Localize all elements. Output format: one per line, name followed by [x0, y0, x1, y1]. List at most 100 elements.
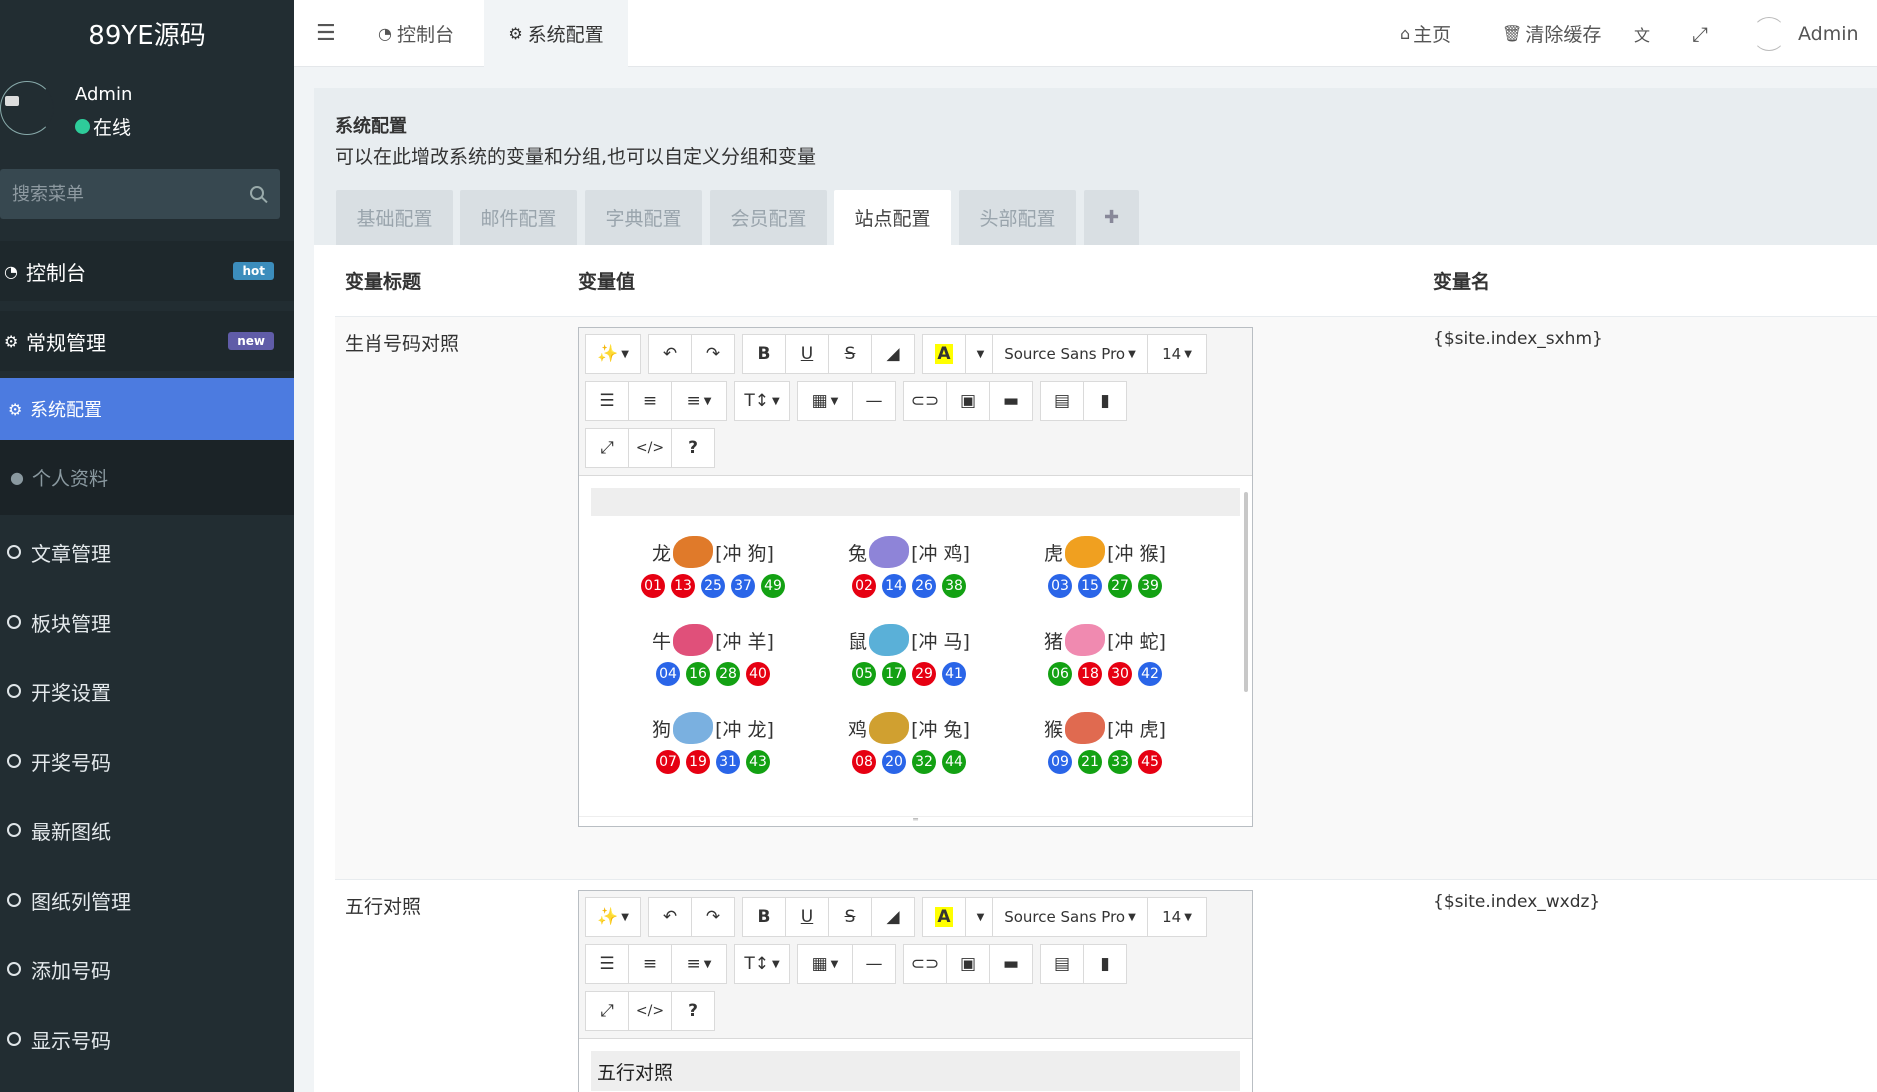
sidebar-item-label: 图纸列管理 [31, 889, 131, 914]
zodiac-name-row: 狗 [冲 龙] [615, 712, 811, 744]
numbered-list-icon[interactable]: ≡ [628, 944, 672, 984]
home-link[interactable]: ⌂ 主页 [1400, 0, 1451, 67]
eraser-icon[interactable]: ◢ [871, 334, 915, 374]
zodiac-name-row: 牛 [冲 羊] [615, 624, 811, 656]
sidebar-item-latest-drawings[interactable]: 最新图纸 [0, 800, 294, 860]
video-icon[interactable]: ▬ [989, 944, 1033, 984]
strikethrough-icon[interactable]: S [828, 334, 872, 374]
strikethrough-icon[interactable]: S [828, 897, 872, 937]
fullscreen-icon[interactable]: ⤢ [585, 991, 629, 1031]
link-icon[interactable]: ⊂⊃ [903, 381, 947, 421]
eraser-icon[interactable]: ◢ [871, 897, 915, 937]
code-view-icon[interactable]: </> [628, 991, 672, 1031]
font-size-value: 14 [1162, 908, 1182, 926]
magic-style-icon[interactable]: ✨ ▼ [585, 334, 641, 374]
file-icon[interactable]: ▮ [1083, 381, 1127, 421]
number-ball: 19 [686, 750, 710, 774]
tab-site-config[interactable]: 站点配置 [834, 190, 951, 245]
sidebar-item-profile[interactable]: ● 个人资料 [0, 440, 294, 515]
align-icon[interactable]: ≡ ▼ [671, 381, 727, 421]
video-icon[interactable]: ▬ [989, 381, 1033, 421]
tab-header-config[interactable]: 头部配置 [959, 190, 1076, 245]
color-dropdown-icon[interactable]: ▼ [965, 334, 993, 374]
editor-content[interactable]: 龙 [冲 狗] 01 13 25 37 49 兔 [冲 鸡] 02 14 26 38 虎 [冲 猴] 03 15… [579, 476, 1252, 816]
zodiac-clash: [冲 兔] [911, 718, 970, 741]
line-height-icon[interactable]: T↕ ▼ [734, 944, 790, 984]
sidebar-item-drawing-columns[interactable]: 图纸列管理 [0, 870, 294, 930]
horizontal-rule-icon[interactable]: — [852, 381, 896, 421]
image-icon[interactable]: ▣ [946, 381, 990, 421]
help-icon[interactable]: ? [671, 991, 715, 1031]
resize-handle[interactable]: ═ [579, 816, 1252, 826]
font-size-select[interactable]: 14 ▼ [1147, 334, 1207, 374]
sidebar-item-sysconfig[interactable]: ⚙ 系统配置 [0, 378, 294, 440]
add-tab-button[interactable]: ✚ [1084, 190, 1139, 245]
zodiac-name-row: 猴 [冲 虎] [1007, 712, 1203, 744]
sidebar-item-draw-numbers[interactable]: 开奖号码 [0, 731, 294, 791]
bold-icon[interactable]: B [742, 897, 786, 937]
sidebar-item-label: 开奖号码 [31, 750, 111, 775]
table-icon[interactable]: ▦ ▼ [797, 944, 853, 984]
zodiac-clash: [冲 狗] [715, 542, 774, 565]
color-dropdown-icon[interactable]: ▼ [965, 897, 993, 937]
code-view-icon[interactable]: </> [628, 428, 672, 468]
font-family-select[interactable]: Source Sans Pro ▼ [992, 334, 1148, 374]
tab-sysconfig[interactable]: ⚙ 系统配置 [484, 0, 628, 67]
sidebar-item-show-numbers[interactable]: 显示号码 [0, 1009, 294, 1069]
underline-icon[interactable]: U [785, 897, 829, 937]
tab-dashboard[interactable]: ◔ 控制台 [378, 0, 454, 67]
numbered-list-icon[interactable]: ≡ [628, 381, 672, 421]
sidebar-item-dashboard[interactable]: ◔ 控制台 hot [0, 241, 294, 301]
horizontal-rule-icon[interactable]: — [852, 944, 896, 984]
file-image-icon[interactable]: ▤ [1040, 381, 1084, 421]
sidebar-item-boards[interactable]: 板块管理 [0, 592, 294, 652]
font-size-select[interactable]: 14 ▼ [1147, 897, 1207, 937]
file-image-icon[interactable]: ▤ [1040, 944, 1084, 984]
editor-content[interactable]: 五行对照 [579, 1039, 1252, 1092]
magic-style-icon[interactable]: ✨ ▼ [585, 897, 641, 937]
font-family-select[interactable]: Source Sans Pro ▼ [992, 897, 1148, 937]
language-icon[interactable]: 文 [1634, 0, 1650, 67]
undo-icon[interactable]: ↶ [648, 334, 692, 374]
file-icon[interactable]: ▮ [1083, 944, 1127, 984]
number-ball: 07 [656, 750, 680, 774]
bullet-list-icon[interactable]: ☰ [585, 944, 629, 984]
online-dot-icon [75, 119, 90, 134]
bullet-list-icon[interactable]: ☰ [585, 381, 629, 421]
fullscreen-icon[interactable]: ⤢ [585, 428, 629, 468]
user-menu[interactable]: Admin [1752, 0, 1859, 67]
table-row: 生肖号码对照 {$site.index_sxhm} ✨ ▼ ↶ ↷ B U S ◢ A ▼ … [335, 317, 1877, 879]
clear-cache-link[interactable]: 🗑 清除缓存 [1502, 0, 1601, 67]
align-icon[interactable]: ≡ ▼ [671, 944, 727, 984]
search-icon[interactable] [250, 186, 264, 200]
table-icon[interactable]: ▦ ▼ [797, 381, 853, 421]
sidebar-item-general[interactable]: ⚙ 常规管理 new [0, 311, 294, 371]
sidebar-item-draw-settings[interactable]: 开奖设置 [0, 661, 294, 721]
app-logo[interactable]: 89YE源码 [0, 0, 294, 67]
underline-icon[interactable]: U [785, 334, 829, 374]
tab-email-config[interactable]: 邮件配置 [460, 190, 577, 245]
bold-icon[interactable]: B [742, 334, 786, 374]
image-icon[interactable]: ▣ [946, 944, 990, 984]
sidebar-item-add-numbers[interactable]: 添加号码 [0, 939, 294, 999]
sidebar-search-input[interactable] [0, 169, 230, 219]
sidebar-item-label: 添加号码 [31, 958, 111, 983]
scrollbar[interactable] [1244, 492, 1248, 692]
help-icon[interactable]: ? [671, 428, 715, 468]
sidebar-item-articles[interactable]: 文章管理 [0, 522, 294, 582]
link-icon[interactable]: ⊂⊃ [903, 944, 947, 984]
zodiac-name: 龙 [652, 542, 672, 565]
fullscreen-icon[interactable]: ⤢ [1692, 0, 1708, 67]
redo-icon[interactable]: ↷ [691, 897, 735, 937]
undo-icon[interactable]: ↶ [648, 897, 692, 937]
tab-dict-config[interactable]: 字典配置 [585, 190, 702, 245]
tab-member-config[interactable]: 会员配置 [710, 190, 827, 245]
zodiac-cell: 猴 [冲 虎] 09 21 33 45 [1007, 712, 1203, 774]
font-color-icon[interactable]: A [922, 334, 966, 374]
tab-basic-config[interactable]: 基础配置 [336, 190, 453, 245]
line-height-icon[interactable]: T↕ ▼ [734, 381, 790, 421]
font-color-icon[interactable]: A [922, 897, 966, 937]
top-navbar: ☰ ◔ 控制台 ⚙ 系统配置 ⌂ 主页 🗑 清除缓存 文 ⤢ Admin [294, 0, 1877, 67]
menu-toggle-icon[interactable]: ☰ [316, 0, 336, 67]
redo-icon[interactable]: ↷ [691, 334, 735, 374]
